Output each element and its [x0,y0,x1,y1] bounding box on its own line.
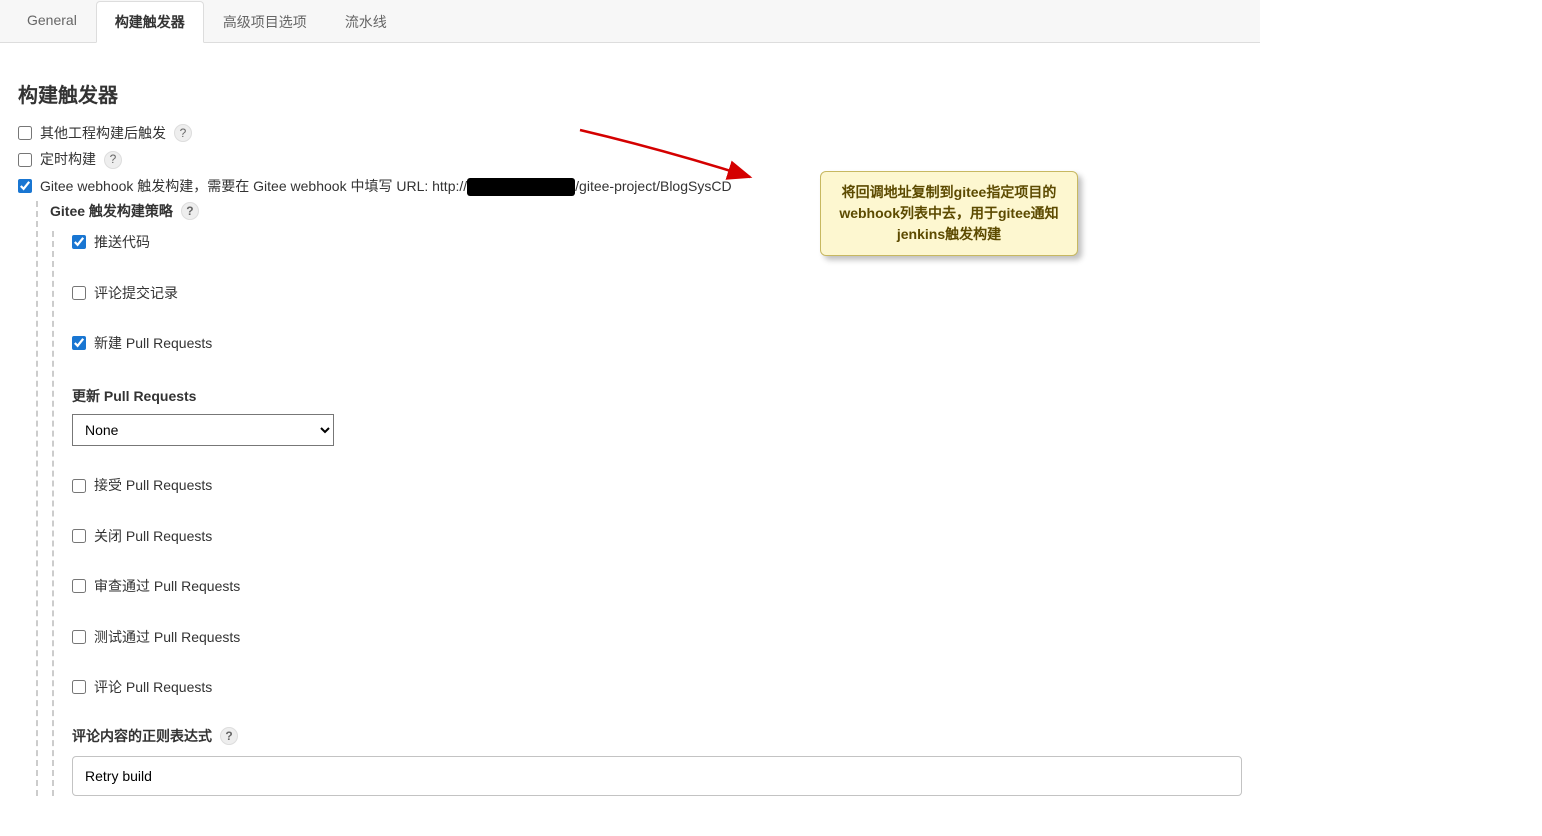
help-icon[interactable]: ? [174,124,192,142]
tab-general[interactable]: General [8,1,96,43]
checkbox-scheduled-build[interactable] [18,153,32,167]
help-icon[interactable]: ? [220,727,238,745]
label-new-pr: 新建 Pull Requests [94,332,212,354]
checkbox-test-pass-pr[interactable] [72,630,86,644]
tab-build-triggers[interactable]: 构建触发器 [96,1,204,43]
checkbox-comment-commit[interactable] [72,286,86,300]
checkbox-comment-pr[interactable] [72,680,86,694]
label-test-pass-pr: 测试通过 Pull Requests [94,626,240,648]
checkbox-accept-pr[interactable] [72,479,86,493]
label-gitee-strategy: Gitee 触发构建策略 [50,201,173,221]
checkbox-gitee-webhook[interactable] [18,179,32,193]
tab-advanced-options[interactable]: 高级项目选项 [204,1,326,43]
help-icon[interactable]: ? [181,202,199,220]
label-scheduled-build: 定时构建 [40,148,96,170]
label-push-code: 推送代码 [94,231,150,253]
input-comment-regex[interactable] [72,756,1242,796]
label-gitee-webhook: Gitee webhook 触发构建，需要在 Gitee webhook 中填写… [40,175,732,197]
checkbox-after-other-build[interactable] [18,126,32,140]
checkbox-review-pass-pr[interactable] [72,579,86,593]
config-tabs: General 构建触发器 高级项目选项 流水线 [0,0,1260,43]
label-after-other-build: 其他工程构建后触发 [40,122,166,144]
checkbox-push-code[interactable] [72,235,86,249]
label-update-pr: 更新 Pull Requests [72,386,1242,406]
label-comment-regex: 评论内容的正则表达式 [72,726,212,746]
checkbox-new-pr[interactable] [72,336,86,350]
annotation-callout: 将回调地址复制到gitee指定项目的webhook列表中去，用于gitee通知j… [820,171,1078,256]
tab-pipeline[interactable]: 流水线 [326,1,406,43]
gitee-webhook-text-suffix: /gitee-project/BlogSysCD [575,178,731,194]
help-icon[interactable]: ? [104,151,122,169]
gitee-webhook-text-prefix: Gitee webhook 触发构建，需要在 Gitee webhook 中填写… [40,178,467,194]
redacted-host [467,178,575,196]
section-title: 构建触发器 [18,79,1242,108]
label-close-pr: 关闭 Pull Requests [94,525,212,547]
label-comment-commit: 评论提交记录 [94,282,178,304]
annotation-text: 将回调地址复制到gitee指定项目的webhook列表中去，用于gitee通知j… [839,184,1058,242]
build-triggers-section: 构建触发器 其他工程构建后触发 ? 定时构建 ? Gitee webhook 触… [0,43,1260,836]
checkbox-close-pr[interactable] [72,529,86,543]
select-update-pr[interactable]: None [72,414,334,446]
label-review-pass-pr: 审查通过 Pull Requests [94,575,240,597]
label-comment-pr: 评论 Pull Requests [94,676,212,698]
label-accept-pr: 接受 Pull Requests [94,474,212,496]
